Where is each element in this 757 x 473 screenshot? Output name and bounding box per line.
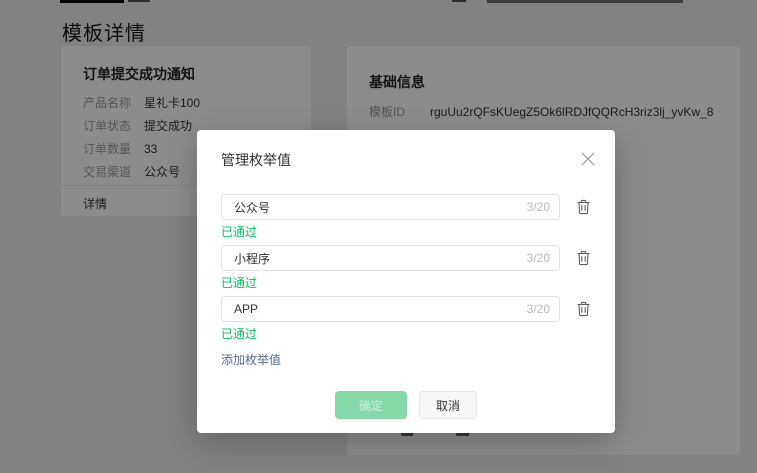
confirm-button[interactable]: 确定 (335, 391, 407, 419)
cancel-button[interactable]: 取消 (419, 391, 477, 419)
dialog-title: 管理枚举值 (221, 152, 591, 168)
enum-input-wrap: 3/20 (221, 194, 560, 220)
manage-enum-dialog: 管理枚举值 3/20 已通过 (197, 130, 615, 433)
enum-value-input[interactable] (221, 245, 560, 271)
enum-value-input[interactable] (221, 194, 560, 220)
close-icon[interactable] (578, 149, 598, 169)
status-badge: 已通过 (221, 225, 591, 239)
enum-row: 3/20 (221, 194, 591, 220)
status-badge: 已通过 (221, 327, 591, 341)
add-enum-link[interactable]: 添加枚举值 (221, 353, 281, 367)
status-badge: 已通过 (221, 276, 591, 290)
enum-row: 3/20 (221, 296, 591, 322)
template-detail-page: 模板详情 订单提交成功通知 产品名称 星礼卡100 订单状态 提交成功 订单数量… (0, 0, 757, 473)
enum-value-input[interactable] (221, 296, 560, 322)
trash-icon[interactable] (576, 301, 591, 317)
enum-row: 3/20 (221, 245, 591, 271)
trash-icon[interactable] (576, 199, 591, 215)
dialog-footer: 确定 取消 (221, 391, 591, 419)
enum-input-wrap: 3/20 (221, 245, 560, 271)
trash-icon[interactable] (576, 250, 591, 266)
enum-input-wrap: 3/20 (221, 296, 560, 322)
